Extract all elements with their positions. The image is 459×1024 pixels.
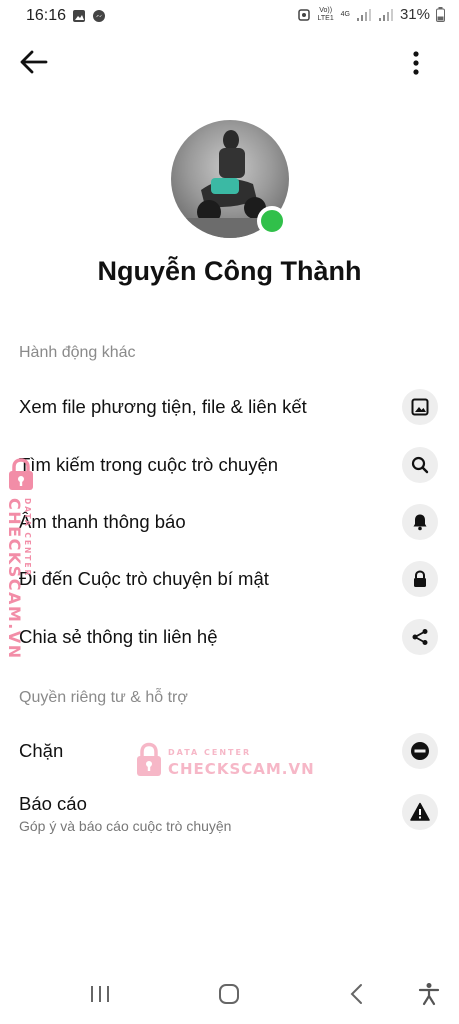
profile-name: Nguyễn Công Thành [97, 256, 362, 286]
notification-sound-button[interactable] [402, 504, 438, 540]
bell-icon [413, 514, 427, 531]
status-time: 16:16 [26, 7, 67, 24]
secret-conversation-button[interactable] [402, 561, 438, 597]
system-nav-bar [0, 970, 459, 1024]
report-subtitle: Góp ý và báo cáo cuộc trò chuyện [19, 818, 232, 834]
report-label: Báo cáo [19, 793, 87, 814]
back-button[interactable] [18, 48, 50, 76]
lock-icon [414, 570, 426, 587]
image-icon [411, 398, 429, 416]
search-conversation-label: Tìm kiếm trong cuộc trò chuyện [19, 454, 279, 475]
block-label: Chặn [19, 740, 64, 761]
network-type: 4G [340, 10, 350, 18]
battery-percent: 31% [399, 6, 430, 23]
share-contact-row[interactable]: Chia sẻ thông tin liên hệ [0, 616, 459, 660]
block-button[interactable] [402, 733, 438, 769]
search-conversation-button[interactable] [402, 447, 438, 483]
share-contact-label: Chia sẻ thông tin liên hệ [19, 626, 218, 647]
report-row[interactable]: Báo cáo Góp ý và báo cáo cuộc trò chuyện [0, 788, 459, 840]
more-vertical-icon [413, 51, 419, 75]
arrow-left-icon [20, 50, 48, 74]
view-media-label: Xem file phương tiện, file & liên kết [19, 396, 307, 417]
nav-back-button[interactable] [348, 983, 366, 1005]
home-button[interactable] [218, 983, 240, 1005]
search-conversation-row[interactable]: Tìm kiếm trong cuộc trò chuyện [0, 444, 459, 488]
notification-sound-row[interactable]: Âm thanh thông báo [0, 501, 459, 545]
signal-icon [356, 8, 371, 21]
block-icon [411, 742, 429, 760]
section-title-other-actions: Hành động khác [19, 344, 136, 361]
gallery-notification-icon [73, 10, 85, 22]
share-contact-button[interactable] [402, 619, 438, 655]
accessibility-icon[interactable] [418, 982, 440, 1006]
signal-icon-2 [378, 8, 393, 21]
share-icon [412, 629, 428, 645]
messenger-notification-icon [93, 10, 105, 22]
view-media-row[interactable]: Xem file phương tiện, file & liên kết [0, 386, 459, 430]
status-right: Vo)) LTE1 4G 31% [297, 6, 445, 23]
secret-conversation-label: Đi đến Cuộc trò chuyện bí mật [19, 568, 269, 589]
warning-icon [410, 802, 430, 821]
view-media-button[interactable] [402, 389, 438, 425]
more-options-button[interactable] [404, 48, 428, 78]
recent-apps-button[interactable] [88, 984, 112, 1004]
notification-sound-label: Âm thanh thông báo [19, 511, 186, 532]
search-icon [411, 456, 429, 474]
battery-icon [436, 7, 445, 22]
block-row[interactable]: Chặn [0, 730, 459, 774]
volte-indicator: Vo)) LTE1 [317, 6, 334, 22]
secret-conversation-row[interactable]: Đi đến Cuộc trò chuyện bí mật [0, 558, 459, 602]
report-button[interactable] [402, 794, 438, 830]
section-title-privacy: Quyền riêng tư & hỗ trợ [19, 689, 188, 706]
status-bar: 16:16 Vo)) LTE1 4G 31% [0, 0, 459, 32]
online-status-dot [257, 206, 287, 236]
alarm-icon [297, 8, 310, 21]
